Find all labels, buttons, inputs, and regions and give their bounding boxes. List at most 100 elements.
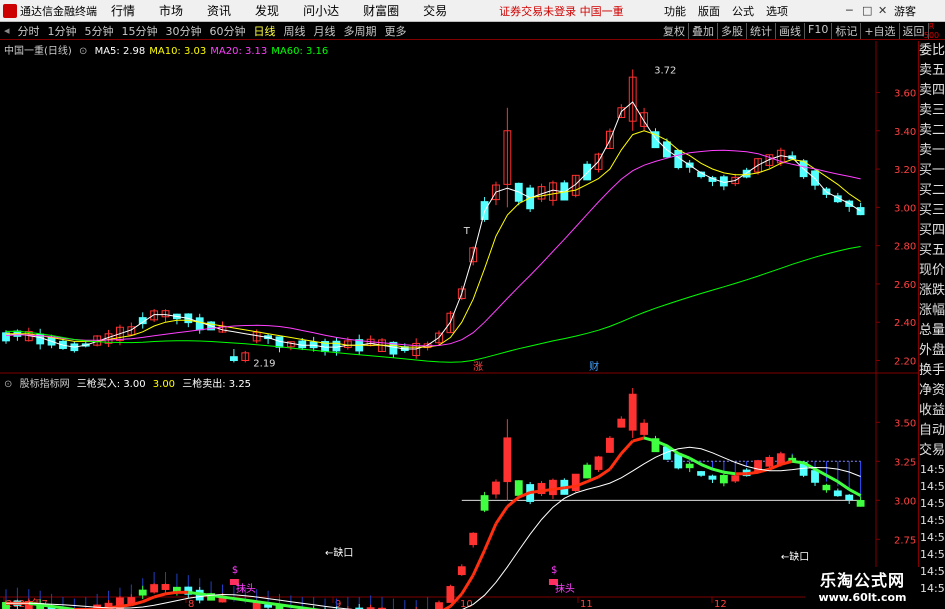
sub-trend-seg-4 <box>39 603 52 608</box>
panel-item-2: 卖四 <box>919 83 945 98</box>
panel-item-16: 换手 <box>919 363 945 378</box>
xtick-label-4: 11 <box>580 599 593 609</box>
sub-trend-seg-56 <box>632 436 645 443</box>
ma10-line <box>6 130 861 348</box>
sub-candle-body-14 <box>161 584 170 590</box>
sub-trend-seg-73 <box>825 474 839 483</box>
panel-item-15: 外盘 <box>919 343 945 358</box>
mark-t: T <box>463 226 471 237</box>
panel-item-9: 买四 <box>919 223 945 238</box>
panel-item-19[interactable]: 自动 <box>919 421 945 441</box>
watermark: 乐淘公式网 www.60lt.com <box>805 567 920 609</box>
sub-candle-body-61 <box>697 471 705 476</box>
sub-ytick-label-2: 3.00 <box>894 496 916 507</box>
sub-candle-body-12 <box>138 589 147 596</box>
sub-candle-body-51 <box>583 464 592 479</box>
sub-candle-body-15 <box>173 586 181 592</box>
sub-trend-seg-20 <box>222 595 235 601</box>
high-price-label: 3.72 <box>654 65 676 76</box>
sub-trend-seg-15 <box>165 590 178 596</box>
main-ytick-label-2: 3.20 <box>894 165 916 176</box>
ma-label-1: MA10: 3.03 <box>149 46 207 57</box>
sub-trend-seg-25 <box>279 603 292 608</box>
sub-candle-body-39 <box>446 586 455 603</box>
indicator-name[interactable]: 股标指标网 <box>20 379 70 390</box>
main-ytick-label-0: 3.60 <box>894 88 916 99</box>
panel-item-13: 涨幅 <box>919 303 945 318</box>
main-candle-body-51 <box>583 163 592 181</box>
ma-labels: MA5: 2.98 MA10: 3.03 MA20: 3.13 MA60: 3.16 <box>95 46 333 57</box>
sub-trend-seg-66 <box>746 470 759 476</box>
sub-trend-seg-22 <box>245 598 257 604</box>
main-ytick-label-6: 2.40 <box>894 318 916 329</box>
main-candle-body-29 <box>332 340 341 352</box>
panel-time-7: 14:56 <box>920 582 945 595</box>
sub-candle-body-74 <box>845 494 854 501</box>
sub-trend-seg-21 <box>233 597 246 602</box>
sub-trend-seg-11 <box>119 603 132 608</box>
sub-candle-body-62 <box>708 475 717 480</box>
sub-candle-body-67 <box>765 456 774 467</box>
sub-trend-seg-5 <box>51 604 64 609</box>
panel-item-11: 现价 <box>919 263 945 278</box>
xtick-label-1: 8 <box>188 599 194 609</box>
sub-trend-seg-48 <box>541 487 554 493</box>
buy-label: 三枪买入: 3.00 <box>76 379 146 390</box>
main-chart-header: 中国一重(日线) ⊙ MA5: 2.98 MA10: 3.03 MA20: 3.13… <box>4 42 336 57</box>
sub-candle-body-41 <box>469 532 478 546</box>
sub-candle-body-38 <box>435 602 443 609</box>
main-ytick-label-7: 2.20 <box>894 357 916 368</box>
sub-trend-seg-75 <box>848 488 862 497</box>
indicator-settings-icon[interactable]: ⊙ <box>4 379 12 390</box>
ma-label-2: MA20: 3.13 <box>210 46 268 57</box>
sub-trend-seg-53 <box>597 467 611 479</box>
sub-candle-body-64 <box>731 475 740 482</box>
ma-label-0: MA5: 2.98 <box>94 46 146 57</box>
sub-trend-seg-41 <box>460 574 475 595</box>
stock-name[interactable]: 中国一重(日线) <box>4 46 72 57</box>
quote-side-panel: 委比 卖五 卖四 卖三 卖二 卖一 买一 买二 买三 买四 买五 现价 涨跌 涨幅 总量 外盘 换手 净资 收益 自动… <box>918 41 945 609</box>
panel-item-4: 卖二 <box>919 123 945 138</box>
sub-slow-line <box>6 446 861 609</box>
panel-time-1: 14:56 <box>920 480 945 493</box>
sub-candle-body-45 <box>514 480 523 496</box>
lunge-tag-1: 抹头 <box>236 582 256 595</box>
sub-trend-seg-47 <box>529 489 542 494</box>
sub-trend-seg-64 <box>723 470 736 476</box>
sub-trend-seg-13 <box>142 595 155 604</box>
sub-trend-seg-26 <box>290 604 303 609</box>
sub-ytick-label-0: 3.50 <box>894 418 916 429</box>
panel-item-5: 卖一 <box>919 143 945 158</box>
panel-item-17: 净资 <box>919 383 945 398</box>
sub-trend-seg-24 <box>267 601 280 607</box>
sub-candle-body-55 <box>628 393 637 431</box>
sub-candle-body-53 <box>606 437 614 453</box>
sub-candle-body-60 <box>685 463 694 469</box>
main-candle-body-17 <box>195 317 204 331</box>
sub-trend-seg-17 <box>188 590 200 596</box>
neck-tag-1: ←缺口 <box>325 546 353 559</box>
sub-trend-seg-70 <box>792 459 804 465</box>
panel-time-5: 14:56 <box>920 548 945 561</box>
ma60-line <box>5 246 861 363</box>
main-ytick-label-4: 2.80 <box>894 242 916 253</box>
panel-item-8: 买三 <box>919 203 945 218</box>
sub-trend-seg-55 <box>620 440 634 455</box>
settings-icon[interactable]: ⊙ <box>79 46 87 57</box>
sub-candle-body-52 <box>594 456 603 470</box>
watermark-title: 乐淘公式网 <box>819 571 905 590</box>
panel-item-7: 买二 <box>919 183 945 198</box>
panel-time-0: 14:56 <box>920 463 945 476</box>
sub-trend-seg-50 <box>564 484 576 490</box>
panel-item-14: 总量 <box>919 323 945 338</box>
lunge-tag-2: 抹头 <box>555 582 575 595</box>
sub-trend-seg-23 <box>256 600 269 605</box>
mark-cai: 财 <box>589 360 599 373</box>
panel-item-12: 涨跌 <box>919 283 945 298</box>
kline-chart-svg: 3.60 3.40 3.20 3.00 2.80 2.60 2.40 2.20 3.50 3.25… <box>0 41 918 609</box>
panel-item-20[interactable]: 交易 <box>919 441 945 461</box>
sub-ytick-label-3: 2.75 <box>894 535 916 546</box>
panel-time-4: 14:56 <box>920 531 945 544</box>
sell-label: 三枪卖出: 3.25 <box>182 379 252 390</box>
main-ytick-label-3: 3.00 <box>894 203 916 214</box>
